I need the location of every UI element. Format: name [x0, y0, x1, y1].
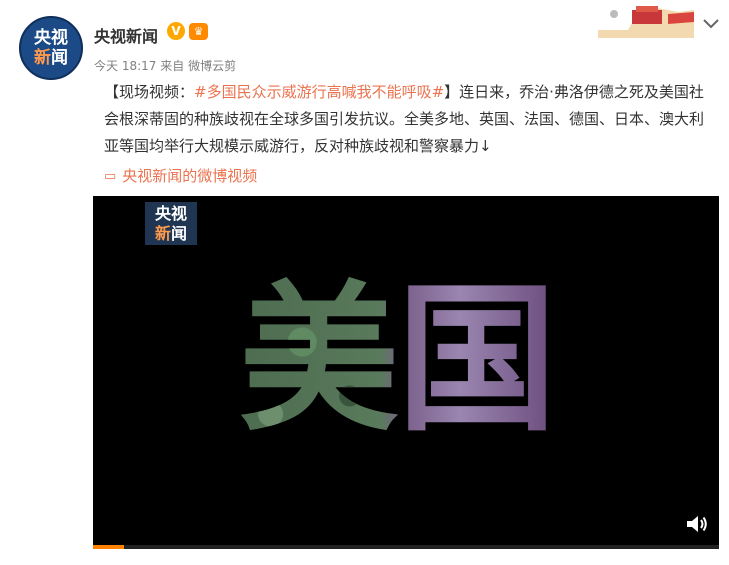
member-icon: ♛: [189, 23, 208, 40]
video-progress-bar[interactable]: [93, 545, 719, 549]
avatar-line2b: 闻: [51, 48, 68, 68]
video-overlay-text: 美国: [239, 266, 556, 453]
video-link-text: 央视新闻的微博视频: [122, 167, 258, 185]
video-logo-line2a: 新: [154, 224, 171, 243]
great-wall-banner-icon: [598, 6, 694, 38]
video-logo-line1: 央视: [154, 204, 187, 223]
avatar-line2a: 新: [34, 48, 51, 68]
text-open: 【现场视频：: [104, 83, 195, 101]
speaker-icon[interactable]: [685, 513, 709, 535]
verified-icon: V: [167, 22, 185, 40]
post-source[interactable]: 微博云剪: [188, 59, 236, 73]
topic-link[interactable]: #多国民众示威游行高喊我不能呼吸#: [194, 83, 444, 101]
video-logo-line2b: 闻: [171, 224, 188, 243]
avatar[interactable]: 央视 新闻: [19, 16, 83, 80]
video-progress-fill: [93, 545, 125, 549]
post-text: 【现场视频：#多国民众示威游行高喊我不能呼吸#】连日来，乔治·弗洛伊德之死及美国…: [104, 79, 716, 160]
avatar-line1: 央视: [34, 28, 68, 48]
account-name[interactable]: 央视新闻: [94, 23, 158, 47]
video-link-icon: ▭: [104, 169, 117, 184]
post-time[interactable]: 今天 18:17: [94, 59, 156, 73]
video-logo: 央视 新闻: [145, 202, 197, 245]
video-link[interactable]: ▭ 央视新闻的微博视频: [104, 163, 257, 190]
source-prefix: 来自: [160, 59, 185, 73]
post-meta: 今天 18:17 来自 微博云剪: [94, 57, 236, 74]
video-player[interactable]: 央视 新闻 美国: [93, 196, 719, 549]
chevron-down-icon[interactable]: [702, 17, 720, 31]
